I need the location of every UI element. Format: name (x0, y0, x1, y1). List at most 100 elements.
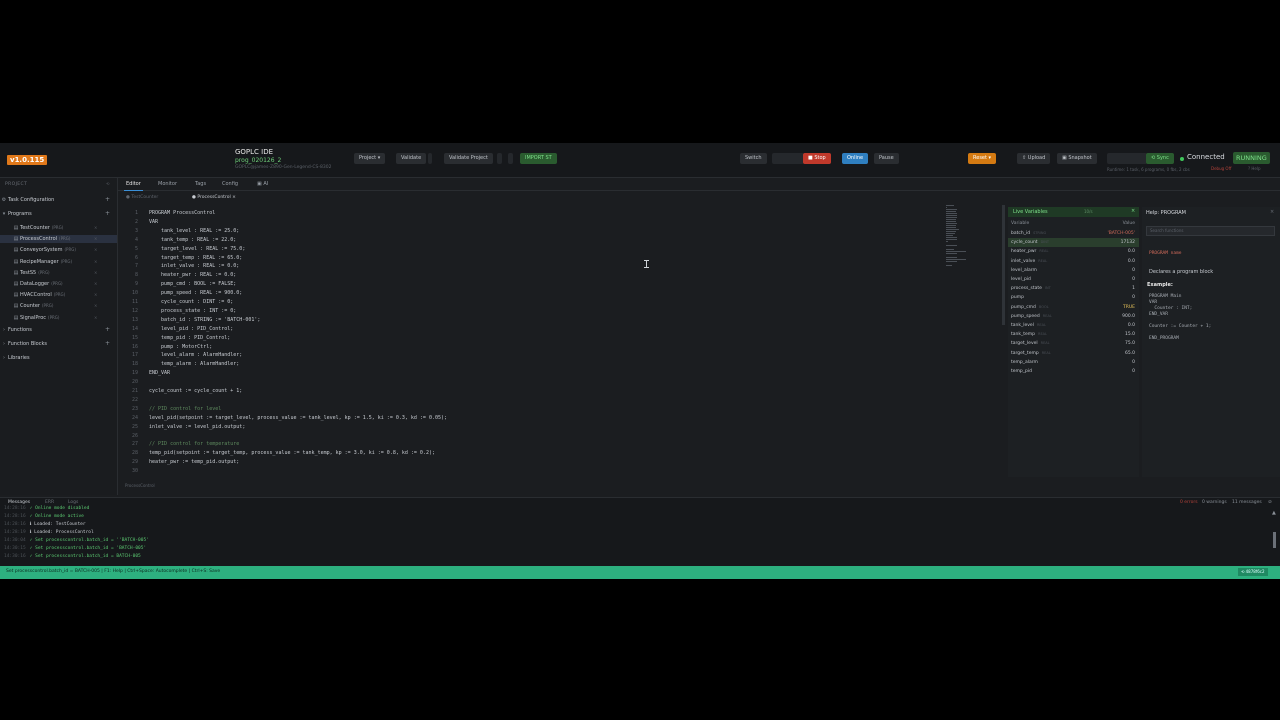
sync-button[interactable]: ⟲ Sync (1146, 153, 1174, 164)
close-icon[interactable]: × (1270, 209, 1274, 215)
live-variable-row[interactable]: inlet_valve REAL 0.0 (1008, 257, 1139, 266)
collapse-icon[interactable]: ⟲ (106, 181, 109, 186)
tab-editor[interactable]: Editor (124, 181, 143, 191)
live-variable-row[interactable]: tank_level REAL 0.0 (1008, 321, 1139, 330)
add-function-block-icon[interactable]: + (105, 340, 110, 348)
tab-logs[interactable]: Logs (68, 500, 78, 505)
tab-config[interactable]: Config (222, 181, 238, 187)
debug-toggle[interactable]: Debug Off (1211, 166, 1231, 171)
pause-button[interactable]: Pause (874, 153, 899, 164)
sidebar-item-program[interactable]: ▤ Counter (PRG) × (0, 302, 117, 310)
sidebar-item-libraries[interactable]: › Libraries (0, 354, 117, 362)
variable-value[interactable]: 65.0 (1125, 349, 1135, 358)
editor-scrollbar[interactable] (1002, 205, 1005, 325)
variable-value[interactable]: 0.0 (1128, 247, 1135, 256)
live-variable-row[interactable]: heater_pwr REAL 0.0 (1008, 247, 1139, 256)
live-variable-row[interactable]: target_temp REAL 65.0 (1008, 349, 1139, 358)
switch-button[interactable]: Switch (740, 153, 767, 164)
variable-value[interactable]: 'BATCH-005' (1107, 229, 1135, 238)
variable-value[interactable]: 0.0 (1128, 321, 1135, 330)
online-button[interactable]: Online (842, 153, 869, 164)
delete-icon[interactable]: × (94, 235, 97, 243)
code-line: pump : MotorCtrl; (149, 343, 213, 350)
sidebar-item-function-blocks[interactable]: › Function Blocks + (0, 340, 117, 348)
code-editor[interactable]: 1 PROGRAM ProcessControl 2 VAR 3 tank_level … (118, 205, 946, 477)
add-task-icon[interactable]: + (105, 196, 110, 204)
live-variable-row[interactable]: level_alarm 0 (1008, 266, 1139, 275)
sidebar-item-task-config[interactable]: ⚙ Task Configuration + (0, 196, 117, 204)
delete-icon[interactable]: × (94, 224, 97, 232)
variable-value[interactable]: 1 (1132, 284, 1135, 293)
live-variable-row[interactable]: process_state INT 1 (1008, 284, 1139, 293)
tab-messages[interactable]: Messages (8, 500, 30, 505)
delete-icon[interactable]: × (94, 246, 97, 254)
live-variable-row[interactable]: cycle_count DINT 17132 (1008, 238, 1139, 248)
tab-errors[interactable]: ERR (45, 500, 54, 505)
delete-icon[interactable]: × (94, 269, 97, 277)
live-variable-row[interactable]: temp_alarm 0 (1008, 358, 1139, 367)
reset-button[interactable]: Reset ▾ (968, 153, 997, 164)
live-variable-row[interactable]: pump 0 (1008, 293, 1139, 302)
lock-icon[interactable] (508, 153, 513, 164)
tab-monitor[interactable]: Monitor (158, 181, 177, 187)
sidebar-item-program[interactable]: ▤ TestCounter (PRG) × (0, 224, 117, 232)
validate-button[interactable]: Validate (396, 153, 427, 164)
live-variable-row[interactable]: pump_cmd BOOL TRUE (1008, 303, 1139, 312)
project-name[interactable]: prog_020126_2 (235, 157, 281, 164)
variable-value[interactable]: 0 (1132, 367, 1135, 376)
sidebar-item-program[interactable]: ▤ ProcessControl (PRG) × (0, 235, 117, 244)
upload-button[interactable]: ⇧ Upload (1017, 153, 1051, 164)
sidebar-item-program[interactable]: ▤ RecipeManager (PRG) × (0, 258, 117, 266)
variable-value[interactable]: 0 (1132, 275, 1135, 284)
live-variable-row[interactable]: batch_id STRING 'BATCH-005' (1008, 229, 1139, 238)
add-function-icon[interactable]: + (105, 326, 110, 334)
file-tab-processcontrol[interactable]: ● ProcessControl × (192, 195, 236, 200)
add-program-icon[interactable]: + (105, 210, 110, 218)
help-search-input[interactable]: Search functions (1146, 226, 1275, 236)
variable-value[interactable]: 0 (1132, 293, 1135, 302)
stop-button[interactable]: ■ Stop (803, 153, 831, 164)
tab-ai[interactable]: ▣ AI (257, 181, 268, 187)
variable-value[interactable]: 0.0 (1128, 257, 1135, 266)
sidebar-item-program[interactable]: ▤ ConveyorSystem (PRG) × (0, 246, 117, 254)
variable-value[interactable]: 15.0 (1125, 330, 1135, 339)
variable-value[interactable]: 75.0 (1125, 339, 1135, 348)
live-variable-row[interactable]: tank_temp REAL 15.0 (1008, 330, 1139, 339)
file-tab-testcounter[interactable]: ● TestCounter (126, 195, 158, 200)
variable-value[interactable]: 900.0 (1122, 312, 1135, 321)
sidebar-item-program[interactable]: ▤ DataLogger (PRG) × (0, 280, 117, 288)
variable-value[interactable]: TRUE (1123, 303, 1135, 312)
delete-icon[interactable]: × (94, 291, 97, 299)
scroll-up-icon[interactable]: ▲ (1272, 510, 1276, 516)
variable-value[interactable]: 17132 (1121, 238, 1135, 247)
messages-scrollbar[interactable] (1273, 532, 1276, 548)
clear-icon[interactable]: ⊘ (1268, 500, 1272, 505)
variable-value[interactable]: 0 (1132, 358, 1135, 367)
validate-project-button[interactable]: Validate Project (444, 153, 493, 164)
sidebar-item-program[interactable]: ▤ HVACControl (PRG) × (0, 291, 117, 299)
minimap-line (946, 245, 957, 246)
sidebar-item-programs[interactable]: ▾ Programs + (0, 210, 117, 218)
live-variable-row[interactable]: target_level REAL 75.0 (1008, 339, 1139, 348)
import-button[interactable]: IMPORT ST (520, 153, 557, 164)
live-variable-row[interactable]: level_pid 0 (1008, 275, 1139, 284)
delete-icon[interactable]: × (94, 302, 97, 310)
sidebar-item-program[interactable]: ▤ SignalProc (PRG) × (0, 314, 117, 322)
project-menu-button[interactable]: Project ▾ (354, 153, 386, 164)
snapshot-button[interactable]: ▣ Snapshot (1057, 153, 1097, 164)
variable-name: pump_speed REAL (1011, 313, 1052, 319)
delete-icon[interactable]: × (94, 314, 97, 322)
code-minimap[interactable] (946, 205, 966, 271)
delete-icon[interactable]: × (94, 280, 97, 288)
live-variable-row[interactable]: pump_speed REAL 900.0 (1008, 312, 1139, 321)
sidebar-item-program[interactable]: ▤ TestS5 (PRG) × (0, 269, 117, 277)
close-icon[interactable]: × (232, 195, 236, 200)
sidebar-item-functions[interactable]: › Functions + (0, 326, 117, 334)
close-icon[interactable]: × (1131, 208, 1135, 214)
help-link[interactable]: ? Help (1248, 166, 1261, 171)
toggle-icon[interactable] (497, 153, 502, 164)
variable-value[interactable]: 0 (1132, 266, 1135, 275)
tab-tags[interactable]: Tags (195, 181, 206, 187)
delete-icon[interactable]: × (94, 258, 97, 266)
live-variable-row[interactable]: temp_pid 0 (1008, 367, 1139, 376)
